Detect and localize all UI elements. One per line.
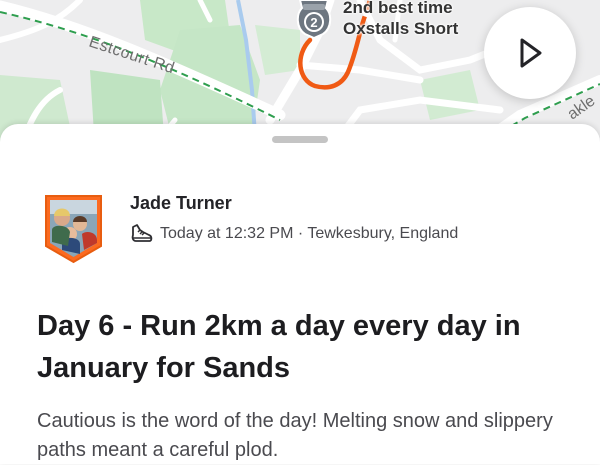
athlete-name[interactable]: Jade Turner [130,193,232,214]
segment-rank-number: 2 [310,15,317,30]
activity-sheet: Jade Turner Today at 12:32 PM · Tewkesbu… [0,124,600,464]
activity-meta: Today at 12:32 PM · Tewkesbury, England [160,225,459,242]
activity-description: Cautious is the word of the day! Melting… [37,410,553,461]
segment-callout[interactable]: 2nd best time Oxstalls Short [343,0,458,39]
athlete-avatar[interactable] [42,194,105,264]
segment-medal-icon[interactable]: 2 [296,0,332,40]
play-flyover-button[interactable] [484,7,576,99]
segment-rank-text: 2nd best time [343,0,453,17]
activity-title: Day 6 - Run 2km a day every day in Janua… [37,310,521,384]
sheet-drag-handle[interactable] [272,136,328,143]
run-shoe-icon [131,224,153,242]
segment-name: Oxstalls Short [343,19,459,38]
play-icon [520,38,542,68]
